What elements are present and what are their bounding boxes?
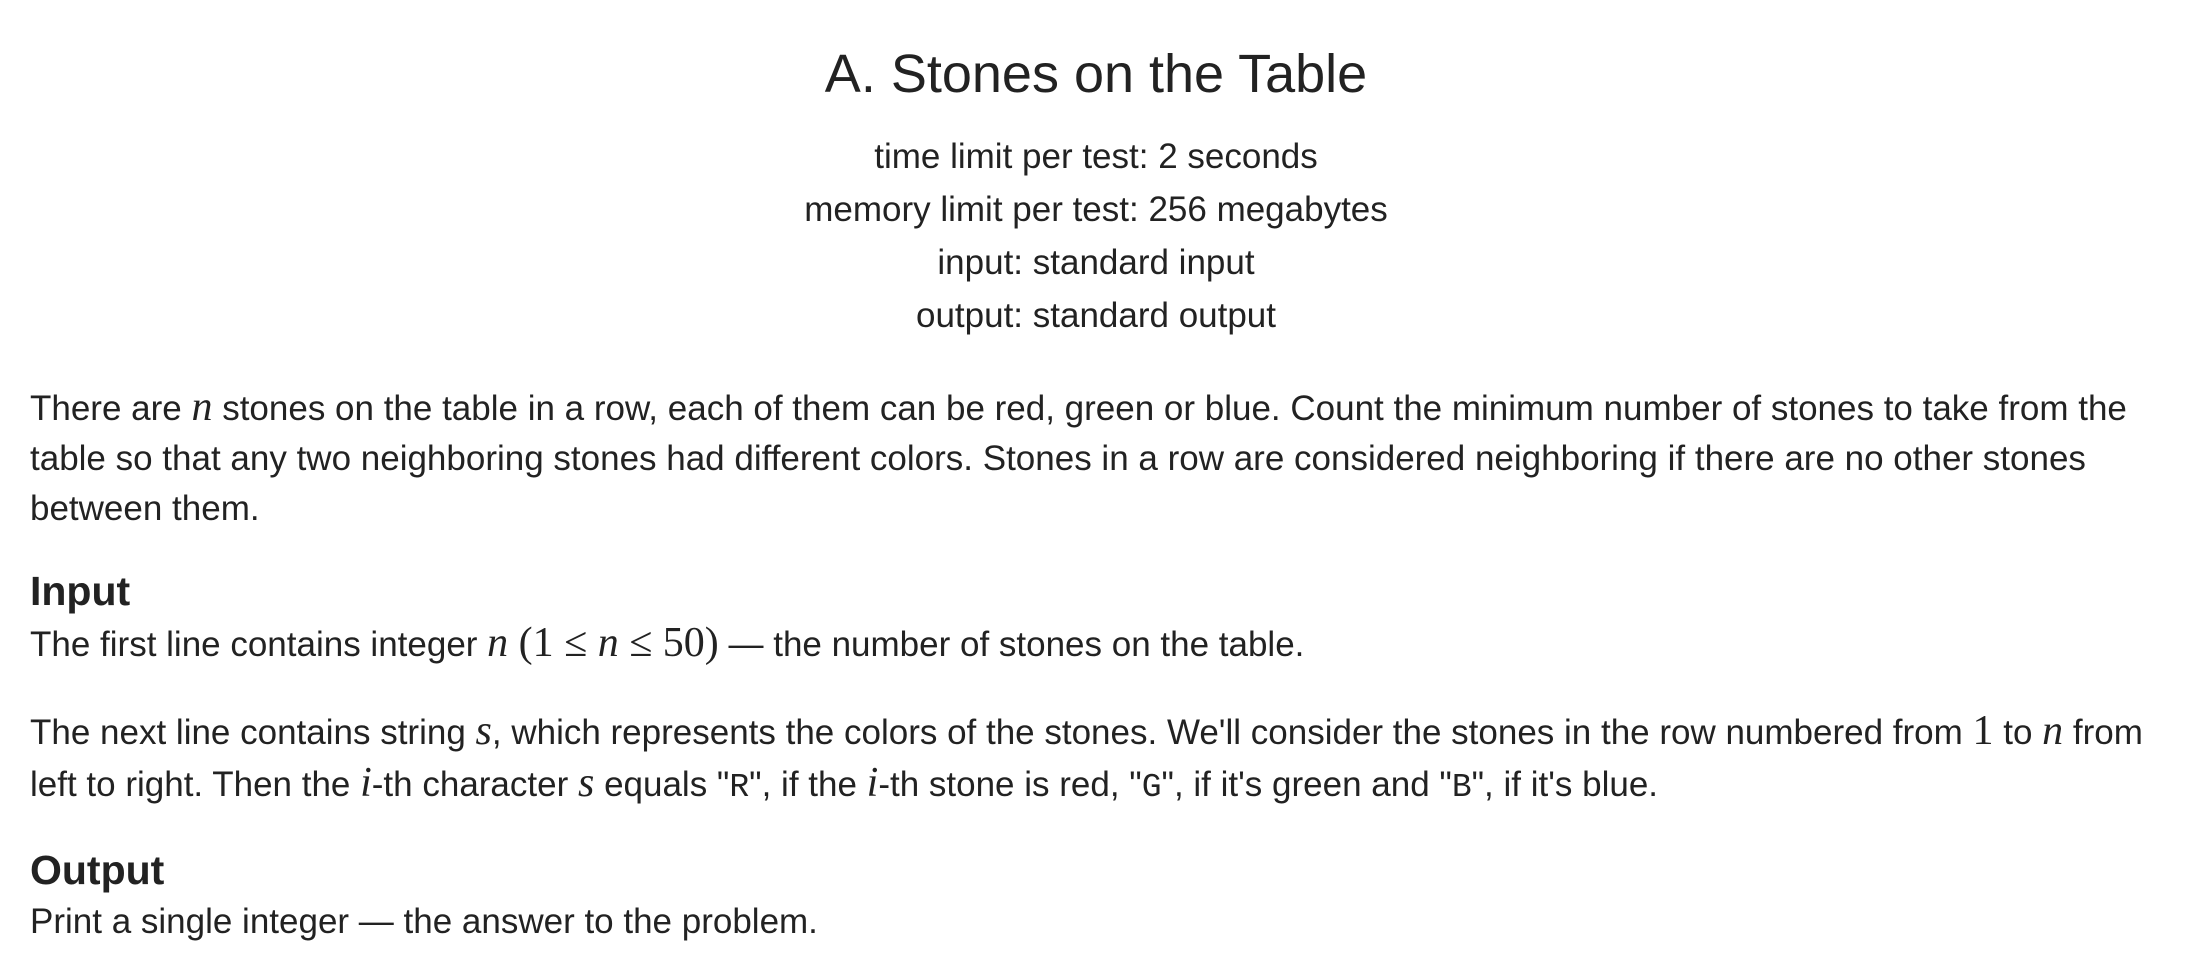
input-text: The next line contains string <box>30 713 476 752</box>
time-limit: time limit per test: 2 seconds <box>874 137 1318 176</box>
problem-header: A. Stones on the Table time limit per te… <box>0 0 2192 342</box>
math-var-n: n <box>2042 708 2064 754</box>
math-number: 1 <box>1972 708 1994 754</box>
problem-page: A. Stones on the Table time limit per te… <box>0 0 2192 955</box>
char-g: G <box>1141 769 1162 806</box>
output-heading: Output <box>30 847 165 893</box>
math-var-n: n <box>597 620 619 666</box>
statement-paragraph: There are n stones on the table in a row… <box>30 382 2162 534</box>
input-paragraph-1: The first line contains integer n (1 ≤ n… <box>30 618 2162 670</box>
input-text: The first line contains integer <box>30 625 488 664</box>
input-paragraph-2: The next line contains string s, which r… <box>30 706 2162 813</box>
output-paragraph: Print a single integer — the answer to t… <box>30 902 818 941</box>
input-text: ", if it's blue. <box>1471 765 1659 804</box>
math-bound: ≤ 50) <box>618 620 719 666</box>
input-text: , which represents the colors of the sto… <box>491 713 1973 752</box>
input-text: to <box>1993 713 2043 752</box>
input-text: equals " <box>594 765 730 804</box>
input-heading: Input <box>30 568 131 614</box>
math-bound: (1 ≤ <box>508 620 598 666</box>
input-file: input: standard input <box>937 243 1255 282</box>
input-text: -th stone is red, " <box>878 765 1142 804</box>
input-text: ", if it's green and " <box>1161 765 1452 804</box>
output-file: output: standard output <box>916 296 1276 335</box>
math-var-i: i <box>866 760 879 806</box>
statement-text: There are <box>30 389 192 428</box>
math-var-n: n <box>487 620 509 666</box>
problem-title: A. Stones on the Table <box>824 44 1368 104</box>
problem-content: There are n stones on the table in a row… <box>0 382 2192 947</box>
char-r: R <box>729 769 750 806</box>
math-var-s: s <box>577 760 595 806</box>
math-var-n: n <box>191 384 213 430</box>
math-var-s: s <box>475 708 492 754</box>
char-b: B <box>1451 769 1472 806</box>
math-var-i: i <box>360 760 372 806</box>
memory-limit: memory limit per test: 256 megabytes <box>804 190 1388 229</box>
input-text: ", if the <box>749 765 867 804</box>
input-text: -th character <box>371 765 578 804</box>
input-text: — the number of stones on the table. <box>718 625 1305 664</box>
statement-text: stones on the table in a row, each of th… <box>30 389 2127 528</box>
